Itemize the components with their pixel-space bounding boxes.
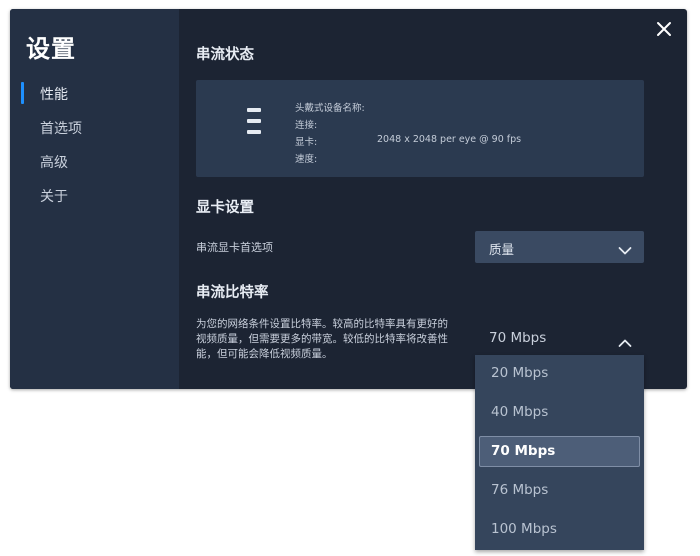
bitrate-option-label: 76 Mbps: [491, 482, 549, 498]
bitrate-option-label: 70 Mbps: [491, 443, 556, 459]
bitrate-option-label: 20 Mbps: [491, 365, 549, 381]
gpu-settings-title: 显卡设置: [196, 200, 254, 216]
sidebar-item-advanced[interactable]: 高级: [40, 152, 68, 172]
bitrate-option-70[interactable]: 70 Mbps: [479, 436, 640, 467]
device-name-label: 头戴式设备名称:: [295, 103, 365, 114]
speed-label: 速度:: [295, 154, 318, 165]
bitrate-title: 串流比特率: [196, 285, 269, 301]
gpu-preference-value: 质量: [489, 242, 515, 257]
bitrate-select[interactable]: 70 Mbps: [475, 322, 644, 354]
sidebar-item-preferences[interactable]: 首选项: [40, 118, 82, 138]
active-indicator: [21, 82, 24, 104]
bitrate-option-40[interactable]: 40 Mbps: [475, 396, 644, 429]
bitrate-option-100[interactable]: 100 Mbps: [475, 513, 644, 546]
sidebar-item-performance[interactable]: 性能: [40, 84, 68, 104]
gpu-label: 显卡:: [295, 137, 318, 148]
bitrate-selected-value: 70 Mbps: [489, 330, 547, 346]
sidebar-item-about[interactable]: 关于: [40, 186, 68, 206]
bitrate-option-label: 100 Mbps: [491, 521, 557, 537]
headset-icon: [247, 108, 261, 134]
gpu-preference-select[interactable]: 质量: [475, 231, 644, 263]
status-card: 头戴式设备名称: 连接: 显卡: 2048 x 2048 per eye @ 9…: [196, 80, 644, 177]
bitrate-option-label: 40 Mbps: [491, 404, 549, 420]
gpu-preference-label: 串流显卡首选项: [196, 241, 273, 254]
chevron-down-icon: [618, 241, 632, 255]
sidebar: 设置 性能 首选项 高级 关于: [10, 9, 179, 389]
connection-label: 连接:: [295, 120, 318, 131]
bitrate-description: 为您的网络条件设置比特率。较高的比特率具有更好的视频质量，但需要更多的带宽。较低…: [196, 318, 448, 360]
bitrate-options-list: 20 Mbps 40 Mbps 70 Mbps 76 Mbps 100 Mbps: [475, 355, 644, 550]
sidebar-title: 设置: [26, 35, 76, 63]
gpu-value: 2048 x 2048 per eye @ 90 fps: [377, 134, 522, 145]
bitrate-option-76[interactable]: 76 Mbps: [475, 474, 644, 507]
chevron-up-icon: [618, 333, 632, 347]
bitrate-option-20[interactable]: 20 Mbps: [475, 357, 644, 390]
close-icon[interactable]: [655, 20, 673, 38]
streaming-status-title: 串流状态: [196, 47, 254, 63]
